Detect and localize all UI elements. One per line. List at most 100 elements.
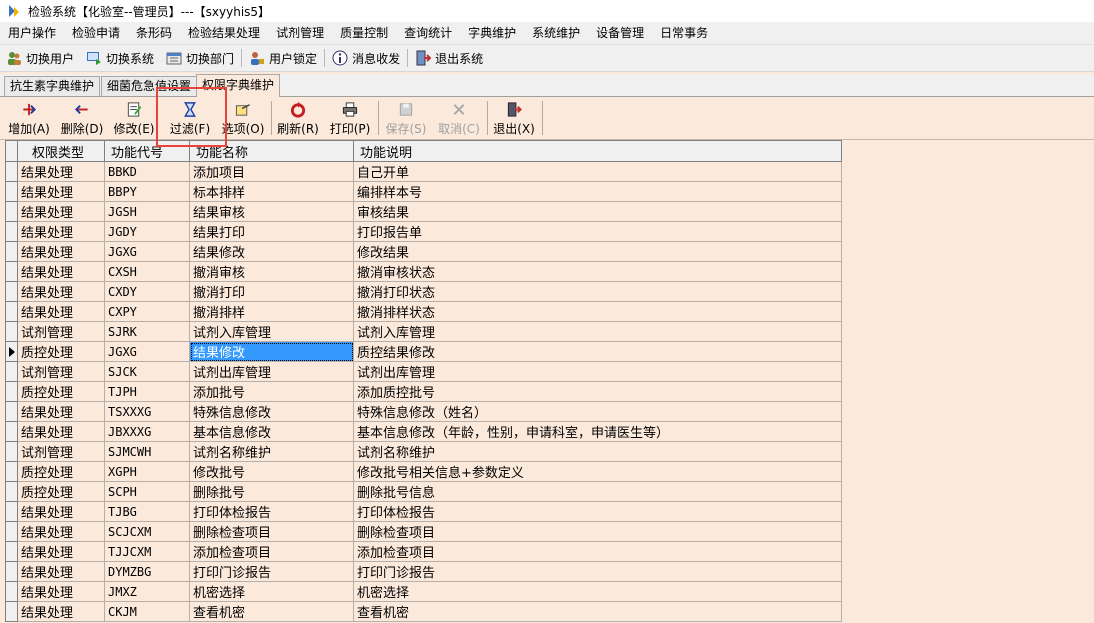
cell-function-desc[interactable]: 审核结果 bbox=[353, 201, 842, 222]
switch-system-button[interactable]: 切换系统 bbox=[80, 46, 160, 70]
cell-function-code[interactable]: JMXZ bbox=[104, 581, 190, 602]
cell-permission-type[interactable]: 结果处理 bbox=[17, 261, 105, 282]
table-row[interactable]: 结果处理 CXDY 撤消打印 撤消打印状态 bbox=[5, 281, 842, 302]
cell-function-code[interactable]: BBPY bbox=[104, 181, 190, 202]
cell-function-name[interactable]: 结果打印 bbox=[189, 221, 354, 242]
cell-function-name[interactable]: 试剂出库管理 bbox=[189, 361, 354, 382]
cell-function-desc[interactable]: 删除批号信息 bbox=[353, 481, 842, 502]
cell-function-desc[interactable]: 修改批号相关信息+参数定义 bbox=[353, 461, 842, 482]
cell-function-name[interactable]: 删除批号 bbox=[189, 481, 354, 502]
table-row[interactable]: 质控处理 JGXG 结果修改 质控结果修改 bbox=[5, 341, 842, 362]
refresh-button[interactable]: 刷新(R) bbox=[276, 101, 320, 137]
cell-function-desc[interactable]: 撤消打印状态 bbox=[353, 281, 842, 302]
cell-function-desc[interactable]: 基本信息修改（年龄，性别，申请科室，申请医生等） bbox=[353, 421, 842, 442]
cell-permission-type[interactable]: 质控处理 bbox=[17, 481, 105, 502]
cell-permission-type[interactable]: 结果处理 bbox=[17, 181, 105, 202]
table-row[interactable]: 结果处理 TSXXXG 特殊信息修改 特殊信息修改（姓名） bbox=[5, 401, 842, 422]
cell-function-name[interactable]: 基本信息修改 bbox=[189, 421, 354, 442]
cell-function-name[interactable]: 结果修改 bbox=[189, 241, 354, 262]
menu-user-ops[interactable]: 用户操作 bbox=[0, 22, 64, 44]
cell-permission-type[interactable]: 质控处理 bbox=[17, 461, 105, 482]
row-indicator[interactable] bbox=[5, 221, 18, 242]
cell-permission-type[interactable]: 结果处理 bbox=[17, 401, 105, 422]
row-indicator[interactable] bbox=[5, 461, 18, 482]
row-indicator[interactable] bbox=[5, 321, 18, 342]
cell-permission-type[interactable]: 结果处理 bbox=[17, 241, 105, 262]
cell-function-name[interactable]: 添加项目 bbox=[189, 161, 354, 182]
table-row[interactable]: 结果处理 TJBG 打印体检报告 打印体检报告 bbox=[5, 501, 842, 522]
col-header-function-desc[interactable]: 功能说明 bbox=[353, 140, 842, 162]
row-indicator[interactable] bbox=[5, 381, 18, 402]
cell-function-name[interactable]: 试剂名称维护 bbox=[189, 441, 354, 462]
table-row[interactable]: 结果处理 JGDY 结果打印 打印报告单 bbox=[5, 221, 842, 242]
table-row[interactable]: 结果处理 JMXZ 机密选择 机密选择 bbox=[5, 581, 842, 602]
cell-function-code[interactable]: SCJCXM bbox=[104, 521, 190, 542]
cell-function-name[interactable]: 打印门诊报告 bbox=[189, 561, 354, 582]
cell-function-desc[interactable]: 打印门诊报告 bbox=[353, 561, 842, 582]
cell-permission-type[interactable]: 结果处理 bbox=[17, 601, 105, 622]
table-row[interactable]: 质控处理 SCPH 删除批号 删除批号信息 bbox=[5, 481, 842, 502]
table-row[interactable]: 结果处理 TJJCXM 添加检查项目 添加检查项目 bbox=[5, 541, 842, 562]
cell-function-name[interactable]: 结果修改 bbox=[189, 341, 354, 362]
save-button[interactable]: 保存(S) bbox=[384, 101, 428, 137]
switch-dept-button[interactable]: 切换部门 bbox=[160, 46, 240, 70]
print-button[interactable]: 打印(P) bbox=[328, 101, 372, 137]
cell-function-desc[interactable]: 打印体检报告 bbox=[353, 501, 842, 522]
cell-function-code[interactable]: CXDY bbox=[104, 281, 190, 302]
row-indicator[interactable] bbox=[5, 301, 18, 322]
menu-reagent[interactable]: 试剂管理 bbox=[268, 22, 332, 44]
row-indicator[interactable] bbox=[5, 501, 18, 522]
cell-function-code[interactable]: SCPH bbox=[104, 481, 190, 502]
cell-permission-type[interactable]: 结果处理 bbox=[17, 221, 105, 242]
cell-function-name[interactable]: 添加批号 bbox=[189, 381, 354, 402]
cell-function-code[interactable]: JGXG bbox=[104, 241, 190, 262]
tab-antibiotic-dict[interactable]: 抗生素字典维护 bbox=[4, 76, 101, 96]
table-row[interactable]: 结果处理 JGSH 结果审核 审核结果 bbox=[5, 201, 842, 222]
table-row[interactable]: 结果处理 CKJM 查看机密 查看机密 bbox=[5, 601, 842, 622]
cell-permission-type[interactable]: 试剂管理 bbox=[17, 321, 105, 342]
row-indicator[interactable] bbox=[5, 261, 18, 282]
cell-function-code[interactable]: DYMZBG bbox=[104, 561, 190, 582]
cell-function-name[interactable]: 添加检查项目 bbox=[189, 541, 354, 562]
cell-permission-type[interactable]: 结果处理 bbox=[17, 581, 105, 602]
cell-function-name[interactable]: 机密选择 bbox=[189, 581, 354, 602]
row-indicator[interactable] bbox=[5, 241, 18, 262]
table-row[interactable]: 结果处理 CXSH 撤消审核 撤消审核状态 bbox=[5, 261, 842, 282]
menu-system-maint[interactable]: 系统维护 bbox=[524, 22, 588, 44]
menu-dictionary[interactable]: 字典维护 bbox=[460, 22, 524, 44]
row-indicator[interactable] bbox=[5, 541, 18, 562]
table-row[interactable]: 结果处理 DYMZBG 打印门诊报告 打印门诊报告 bbox=[5, 561, 842, 582]
menu-device[interactable]: 设备管理 bbox=[588, 22, 652, 44]
row-indicator[interactable] bbox=[5, 441, 18, 462]
cell-function-desc[interactable]: 质控结果修改 bbox=[353, 341, 842, 362]
cell-function-code[interactable]: TJPH bbox=[104, 381, 190, 402]
cell-function-desc[interactable]: 添加质控批号 bbox=[353, 381, 842, 402]
cell-function-desc[interactable]: 修改结果 bbox=[353, 241, 842, 262]
row-indicator[interactable] bbox=[5, 421, 18, 442]
row-indicator[interactable] bbox=[5, 201, 18, 222]
cell-permission-type[interactable]: 结果处理 bbox=[17, 561, 105, 582]
cell-function-desc[interactable]: 自己开单 bbox=[353, 161, 842, 182]
edit-button[interactable]: 修改(E) bbox=[112, 101, 156, 137]
cell-permission-type[interactable]: 结果处理 bbox=[17, 301, 105, 322]
cell-function-code[interactable]: CKJM bbox=[104, 601, 190, 622]
cell-permission-type[interactable]: 质控处理 bbox=[17, 381, 105, 402]
row-indicator[interactable] bbox=[5, 521, 18, 542]
exit-system-button[interactable]: 退出系统 bbox=[409, 46, 489, 70]
exit-button[interactable]: 退出(X) bbox=[492, 101, 536, 137]
cell-function-desc[interactable]: 撤消排样状态 bbox=[353, 301, 842, 322]
cell-function-desc[interactable]: 试剂名称维护 bbox=[353, 441, 842, 462]
cell-function-desc[interactable]: 机密选择 bbox=[353, 581, 842, 602]
table-row[interactable]: 结果处理 SCJCXM 删除检查项目 删除检查项目 bbox=[5, 521, 842, 542]
row-indicator[interactable] bbox=[5, 281, 18, 302]
row-indicator[interactable] bbox=[5, 361, 18, 382]
lock-user-button[interactable]: 用户锁定 bbox=[243, 46, 323, 70]
table-row[interactable]: 试剂管理 SJCK 试剂出库管理 试剂出库管理 bbox=[5, 361, 842, 382]
menu-query-stats[interactable]: 查询统计 bbox=[396, 22, 460, 44]
cell-permission-type[interactable]: 结果处理 bbox=[17, 201, 105, 222]
cell-function-desc[interactable]: 打印报告单 bbox=[353, 221, 842, 242]
cell-function-name[interactable]: 修改批号 bbox=[189, 461, 354, 482]
cell-permission-type[interactable]: 试剂管理 bbox=[17, 441, 105, 462]
cell-function-desc[interactable]: 编排样本号 bbox=[353, 181, 842, 202]
cell-permission-type[interactable]: 结果处理 bbox=[17, 541, 105, 562]
